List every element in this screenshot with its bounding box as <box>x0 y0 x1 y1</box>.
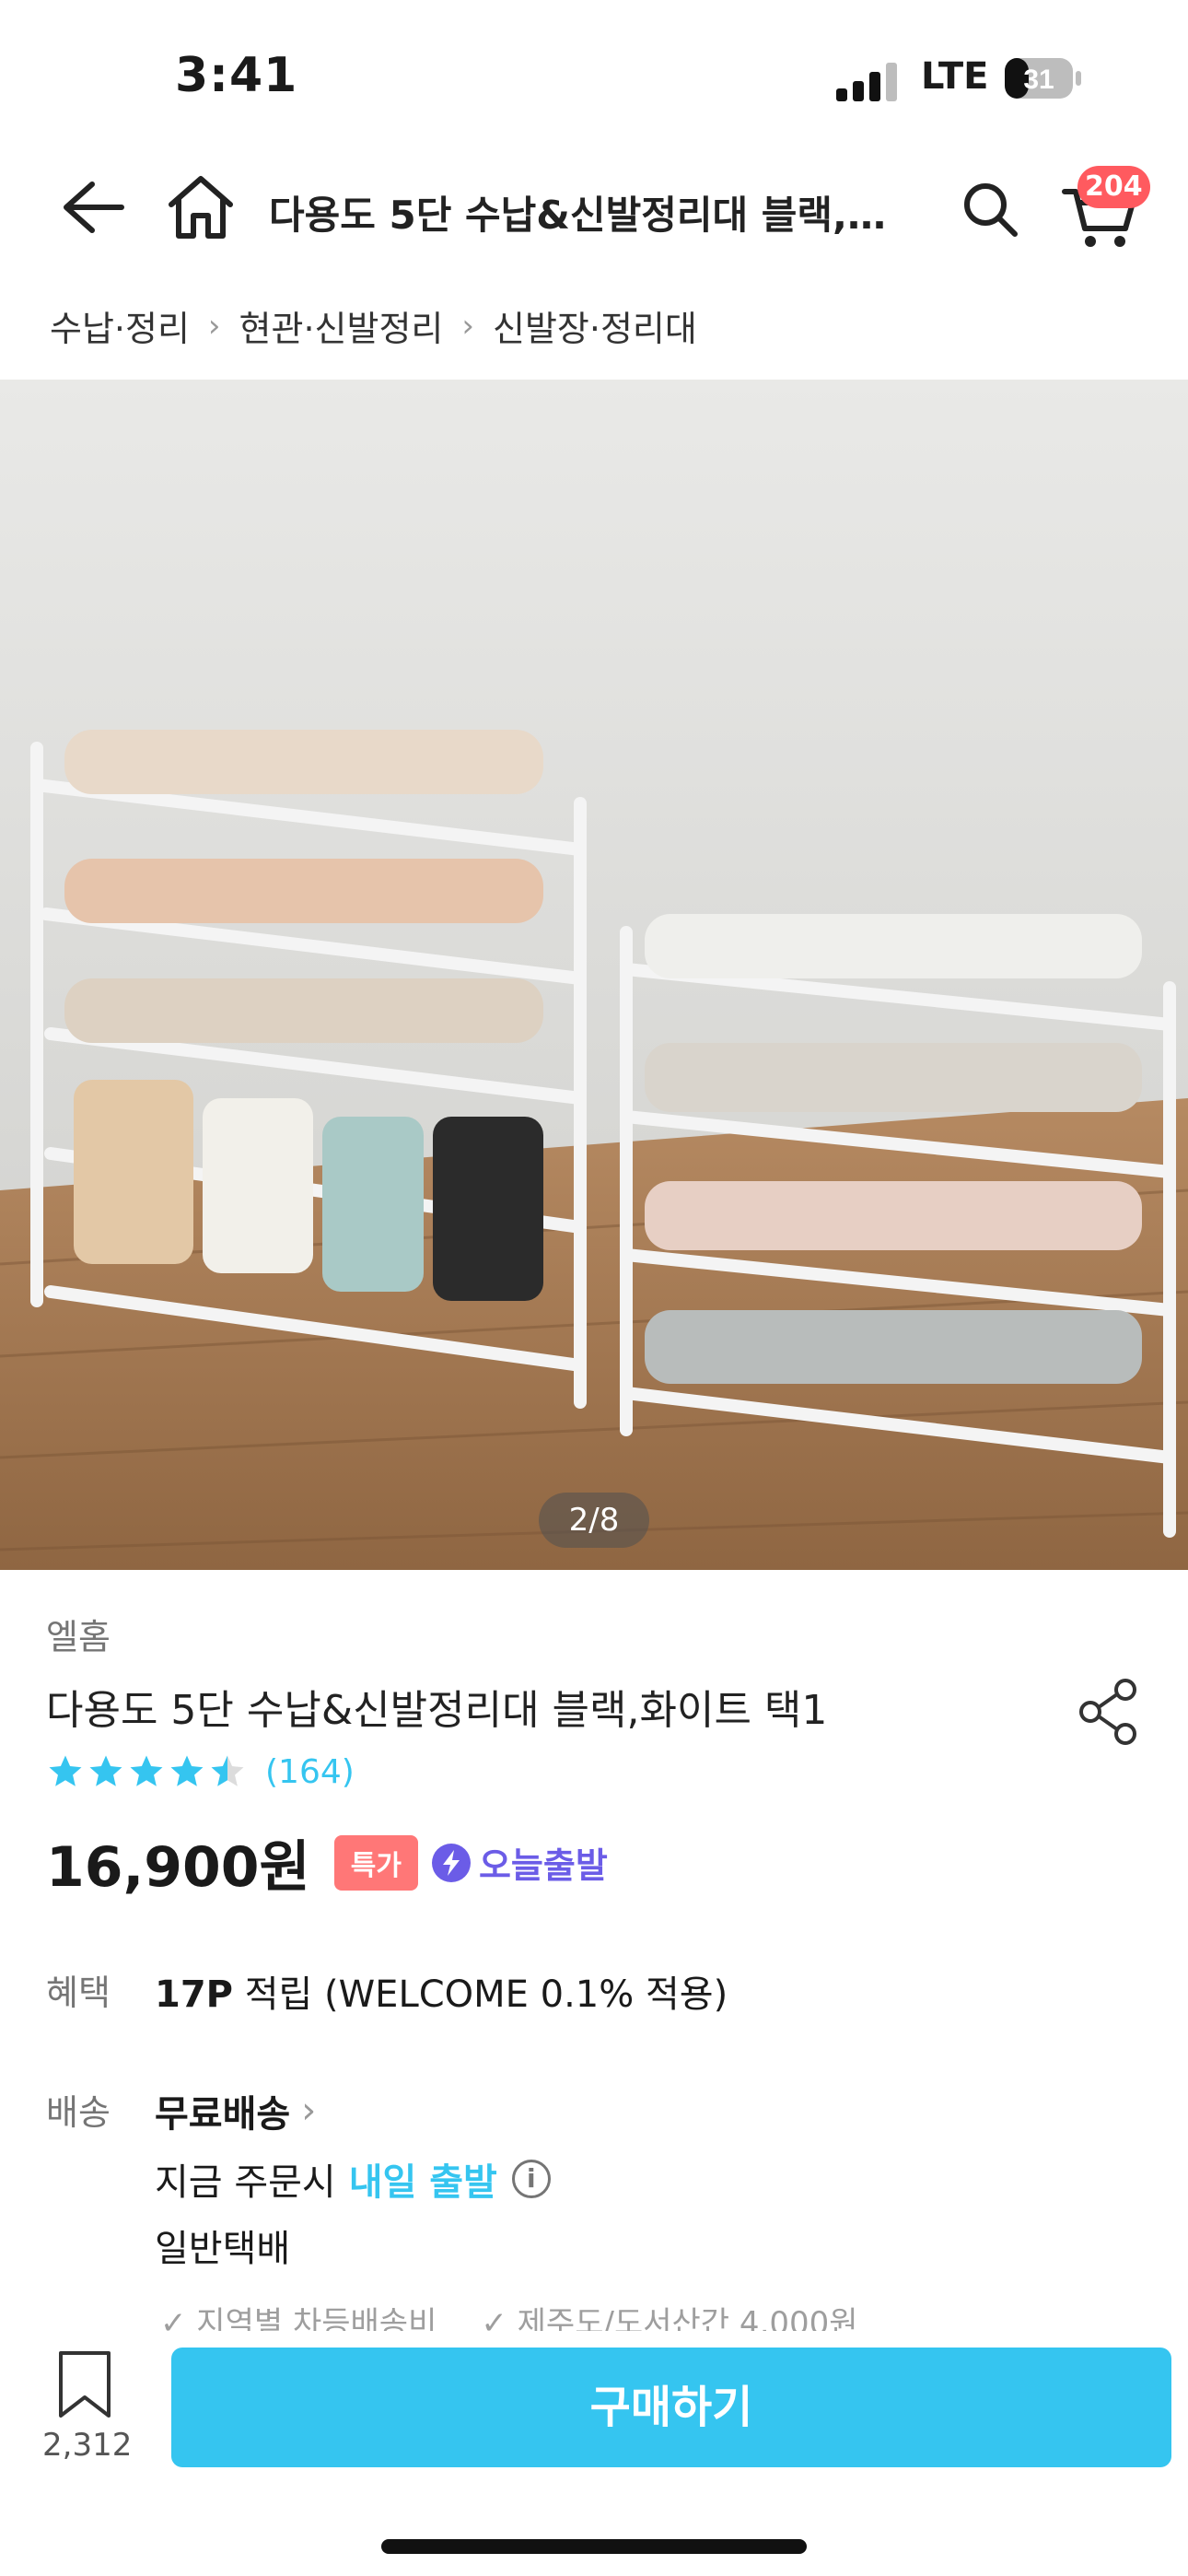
shipping-fee[interactable]: 무료배송 › <box>155 2084 316 2137</box>
today-ship-label: 오늘출발 <box>478 1845 608 1886</box>
benefit-label: 혜택 <box>46 1973 111 2013</box>
share-icon[interactable] <box>1076 1677 1144 1747</box>
order-now-text: 지금 주문시 <box>155 2161 336 2204</box>
brand-name[interactable]: 엘홈 <box>46 1609 111 1659</box>
product-image[interactable] <box>0 380 1188 1570</box>
rating-stars <box>46 1752 249 1791</box>
product-name: 다용도 5단 수납&신발정리대 블랙,화이트 택1 <box>46 1687 828 1734</box>
top-nav: 다용도 5단 수납&신발정리대 블랙,화이트 택1 204 <box>0 157 1188 258</box>
bookmark-icon[interactable] <box>55 2349 114 2419</box>
shoe-rack-illustration <box>0 380 1188 1570</box>
chevron-right-icon: › <box>301 2090 317 2132</box>
cart-count-badge: 204 <box>1077 166 1150 208</box>
shipping-label: 배송 <box>46 2092 111 2133</box>
benefit-text: 17P 적립 (WELCOME 0.1% 적용) <box>155 1964 728 2018</box>
bookmark-count: 2,312 <box>42 2427 133 2464</box>
breadcrumb-item[interactable]: 현관·신발정리 <box>239 300 444 351</box>
lightning-icon <box>431 1843 471 1882</box>
star-icon <box>89 1755 122 1786</box>
search-icon[interactable] <box>958 177 1022 241</box>
star-icon <box>211 1755 244 1786</box>
home-icon[interactable] <box>164 171 238 241</box>
benefit-desc: 적립 (WELCOME 0.1% 적용) <box>232 1973 728 2016</box>
price-row: 16,900원 특가 오늘출발 <box>46 1822 608 1903</box>
battery-icon: 31 <box>1005 58 1081 99</box>
shipping-fee-text: 무료배송 <box>155 2093 291 2136</box>
review-count[interactable]: (164) <box>265 1753 355 1791</box>
special-price-badge: 특가 <box>333 1834 418 1891</box>
star-icon <box>170 1755 204 1786</box>
breadcrumb-item[interactable]: 신발장·정리대 <box>493 300 697 351</box>
benefit-points: 17P <box>155 1973 233 2016</box>
buy-button[interactable]: 구매하기 <box>171 2348 1171 2467</box>
price: 16,900원 <box>46 1835 310 1900</box>
breadcrumb: 수납·정리 › 현관·신발정리 › 신발장·정리대 <box>50 300 697 351</box>
chevron-right-icon: › <box>207 307 221 345</box>
info-icon[interactable]: i <box>511 2160 551 2198</box>
today-ship-badge: 오늘출발 <box>431 1837 608 1888</box>
signal-icon <box>836 63 897 101</box>
back-arrow-icon[interactable] <box>55 175 129 240</box>
battery-level: 31 <box>1023 64 1054 95</box>
shipping-eta: 지금 주문시 내일 출발 i <box>155 2152 551 2206</box>
breadcrumb-item[interactable]: 수납·정리 <box>50 300 190 351</box>
rating[interactable]: (164) <box>46 1752 355 1791</box>
star-icon <box>49 1755 82 1786</box>
status-bar: 3:41 LTE 31 <box>0 0 1188 147</box>
star-icon <box>130 1755 163 1786</box>
chevron-right-icon: › <box>461 307 474 345</box>
shipping-type: 일반택배 <box>155 2228 291 2270</box>
image-pager: 2/8 <box>539 1493 649 1548</box>
network-type: LTE <box>921 55 989 98</box>
ship-date: 내일 출발 <box>348 2161 497 2204</box>
home-indicator <box>381 2539 807 2554</box>
page-title: 다용도 5단 수납&신발정리대 블랙,화이트 택1 <box>269 193 914 238</box>
status-time: 3:41 <box>175 48 298 103</box>
